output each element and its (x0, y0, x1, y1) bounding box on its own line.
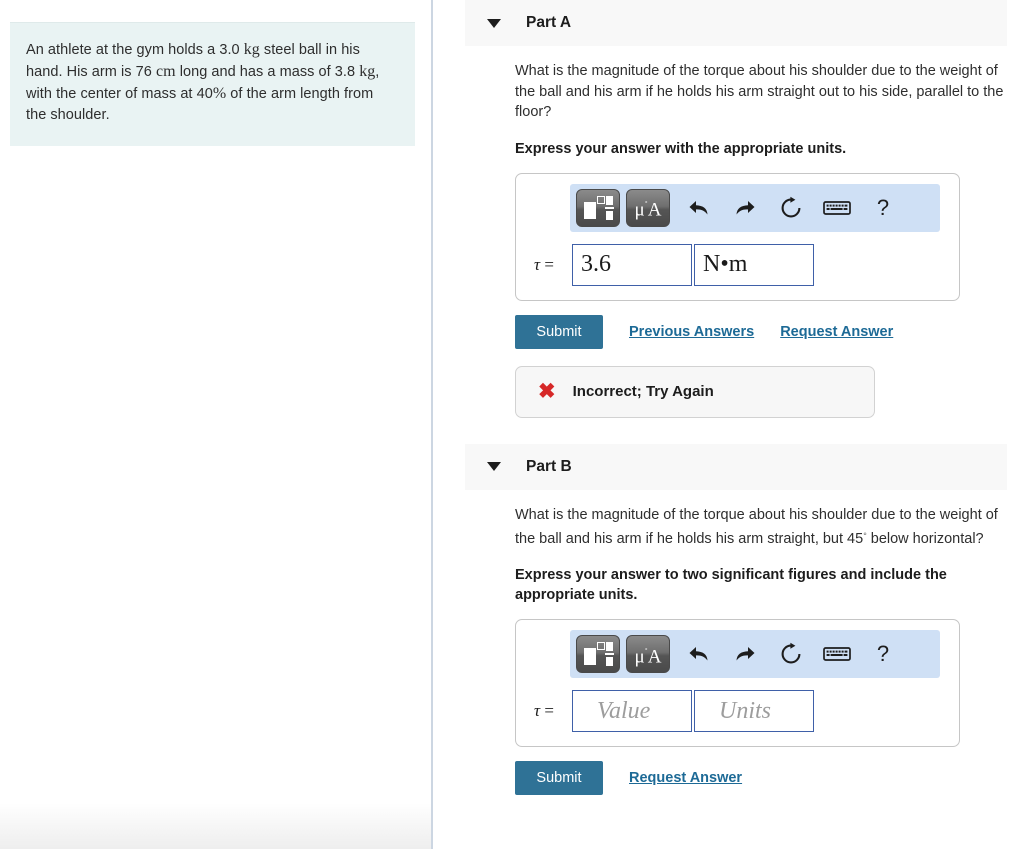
answer-box-a: μ˚A ? τ = 3.6 N•m (515, 172, 960, 301)
submit-button-a[interactable]: Submit (515, 314, 603, 349)
feedback-text-a: Incorrect; Try Again (572, 383, 714, 400)
answer-value-placeholder-b: Value (597, 697, 651, 724)
parts-panel: Part A What is the magnitude of the torq… (433, 0, 1024, 849)
reset-icon-a[interactable] (768, 189, 814, 227)
button-row-b: Submit Request Answer (515, 761, 1015, 796)
answer-row-b: τ = Value Units (516, 690, 959, 733)
redo-icon-a[interactable] (722, 189, 768, 227)
math-toolbar-a: μ˚A ? (570, 183, 940, 232)
previous-answers-link-a[interactable]: Previous Answers (629, 324, 754, 340)
keyboard-icon-b[interactable] (814, 635, 860, 673)
submit-button-b[interactable]: Submit (515, 761, 603, 796)
math-template-button-b[interactable] (576, 635, 620, 674)
keyboard-icon-a[interactable] (814, 189, 860, 227)
math-template-icon (584, 195, 614, 220)
feedback-box-a: ✖ Incorrect; Try Again (515, 365, 875, 418)
answer-units-input-a[interactable]: N•m (694, 243, 814, 286)
math-template-button-a[interactable] (576, 188, 620, 227)
request-answer-link-b[interactable]: Request Answer (629, 770, 742, 786)
panel-footer-gradient (0, 803, 432, 849)
part-body-a: What is the magnitude of the torque abou… (515, 46, 1015, 418)
question-text-a: What is the magnitude of the torque abou… (515, 63, 1004, 120)
part-body-b: What is the magnitude of the torque abou… (515, 490, 1015, 796)
micro-angstrom-icon: μ˚A (634, 645, 662, 667)
part-header-a[interactable]: Part A (465, 0, 1007, 46)
help-label-a: ? (876, 194, 890, 220)
answer-value-input-b[interactable]: Value (572, 690, 692, 733)
help-icon-b[interactable]: ? (860, 635, 906, 673)
problem-text-token: An athlete at the gym holds a 3.0 (26, 42, 244, 58)
problem-unit-token: kg (243, 41, 260, 58)
part-title-b: Part B (526, 457, 572, 475)
help-label-b: ? (876, 641, 890, 667)
question-text-b-post: below horizontal? (866, 530, 984, 547)
math-toolbar-b: μ˚A ? (570, 630, 940, 679)
incorrect-x-icon: ✖ (538, 380, 556, 403)
answer-units-placeholder-b: Units (719, 697, 772, 724)
problem-panel: An athlete at the gym holds a 3.0 kg ste… (0, 0, 432, 849)
question-text-b: What is the magnitude of the torque abou… (515, 490, 1015, 550)
undo-icon-a[interactable] (676, 189, 722, 227)
answer-value-input-a[interactable]: 3.6 (572, 243, 692, 286)
answer-symbol-b: τ = (534, 701, 554, 721)
reset-icon-b[interactable] (768, 635, 814, 673)
instruction-text-a: Express your answer with the appropriate… (515, 140, 847, 157)
instruction-text-b: Express your answer to two significant f… (515, 567, 947, 604)
help-icon-a[interactable]: ? (860, 189, 906, 227)
collapse-caret-icon-b[interactable] (487, 462, 501, 471)
problem-statement-box: An athlete at the gym holds a 3.0 kg ste… (10, 22, 415, 146)
problem-unit-token: % (212, 85, 227, 102)
answer-box-b: μ˚A ? τ = Value Units (515, 619, 960, 748)
problem-text-token: long and has a mass of 3.8 (175, 64, 360, 80)
undo-icon-b[interactable] (676, 635, 722, 673)
button-row-a: Submit Previous Answers Request Answer (515, 314, 1015, 349)
problem-unit-token: cm (155, 63, 176, 80)
math-template-icon (584, 642, 614, 667)
answer-units-input-b[interactable]: Units (694, 690, 814, 733)
answer-row-a: τ = 3.6 N•m (516, 243, 959, 286)
micro-angstrom-icon: μ˚A (634, 199, 662, 221)
problem-statement-text: An athlete at the gym holds a 3.0 kg ste… (26, 39, 397, 126)
units-button-b[interactable]: μ˚A (626, 635, 670, 674)
part-header-b[interactable]: Part B (465, 443, 1007, 490)
page-root: An athlete at the gym holds a 3.0 kg ste… (0, 0, 1024, 849)
units-button-a[interactable]: μ˚A (626, 188, 670, 227)
answer-symbol-a: τ = (534, 254, 554, 274)
collapse-caret-icon-a[interactable] (487, 18, 501, 28)
answer-units-text-a: N•m (703, 251, 748, 277)
request-answer-link-a[interactable]: Request Answer (780, 324, 893, 340)
answer-value-text-a: 3.6 (581, 251, 611, 277)
problem-unit-token: kg (359, 63, 376, 80)
part-title-a: Part A (526, 14, 572, 31)
redo-icon-b[interactable] (722, 635, 768, 673)
